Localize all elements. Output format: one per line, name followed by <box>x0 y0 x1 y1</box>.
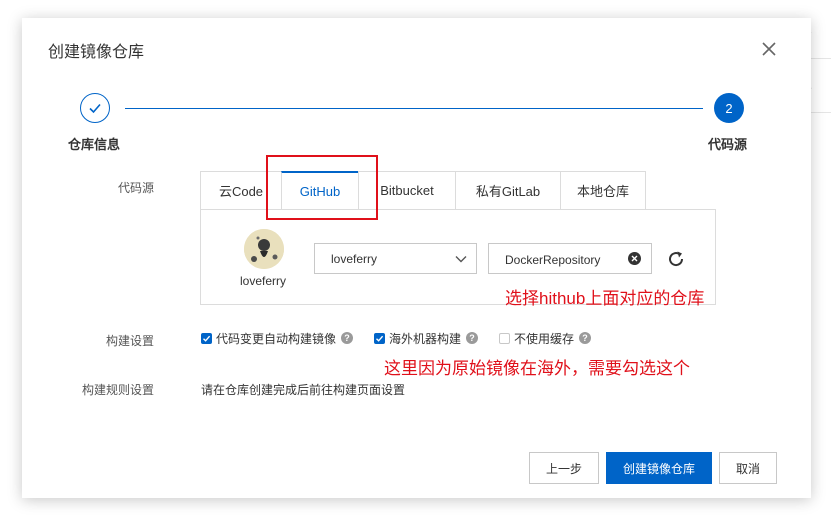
step-2-indicator: 2 <box>714 93 744 123</box>
step-2-label: 代码源 <box>708 137 748 152</box>
step-1-label: 仓库信息 <box>68 137 121 152</box>
background-divider <box>811 112 831 113</box>
annotation-highlight-box <box>266 155 378 220</box>
refresh-icon[interactable] <box>665 248 687 270</box>
code-source-label: 代码源 <box>117 181 154 195</box>
tab-local-repository[interactable]: 本地仓库 <box>560 171 646 209</box>
help-icon[interactable]: ? <box>466 332 479 344</box>
step-connector <box>125 108 703 109</box>
create-repository-button[interactable]: 创建镜像仓库 <box>606 452 712 484</box>
namespace-select[interactable]: loveferry <box>314 243 477 274</box>
background-page-edge <box>811 0 831 518</box>
account-name: loveferry <box>240 274 287 288</box>
checkbox[interactable] <box>201 332 212 344</box>
close-icon[interactable] <box>758 38 780 60</box>
help-icon[interactable]: ? <box>579 332 592 344</box>
repository-input-value: DockerRepository <box>505 253 601 267</box>
avatar <box>244 229 284 269</box>
previous-step-button[interactable]: 上一步 <box>529 452 599 484</box>
chevron-down-icon <box>454 252 468 269</box>
option-label: 代码变更自动构建镜像 <box>216 331 337 346</box>
cancel-button[interactable]: 取消 <box>719 452 777 484</box>
build-settings-label: 构建设置 <box>105 334 154 348</box>
option-auto-build[interactable]: 代码变更自动构建镜像 ? <box>201 331 354 346</box>
checkbox[interactable] <box>499 332 510 344</box>
annotation-select-repo: 选择hithub上面对应的仓库 <box>505 289 705 308</box>
clear-icon[interactable] <box>628 252 641 268</box>
help-icon[interactable]: ? <box>341 332 354 344</box>
dialog-title: 创建镜像仓库 <box>48 44 145 61</box>
check-icon <box>89 103 101 114</box>
option-label: 海外机器构建 <box>389 331 462 346</box>
build-rules-label: 构建规则设置 <box>81 383 154 397</box>
step-1-indicator <box>80 93 110 123</box>
tab-private-gitlab[interactable]: 私有GitLab <box>455 171 561 209</box>
repository-input[interactable]: DockerRepository <box>488 243 652 274</box>
annotation-overseas-note: 这里因为原始镜像在海外，需要勾选这个 <box>384 359 690 378</box>
option-no-cache[interactable]: 不使用缓存 ? <box>499 331 592 346</box>
namespace-select-value: loveferry <box>331 252 378 266</box>
background-divider <box>811 58 831 59</box>
option-label: 不使用缓存 <box>514 331 575 346</box>
create-repository-dialog: 创建镜像仓库 2 仓库信息 代码源 代码源 云Code GitHub Bitbu… <box>22 18 811 498</box>
option-overseas-build[interactable]: 海外机器构建 ? <box>374 331 479 346</box>
checkbox[interactable] <box>374 332 385 344</box>
build-rules-info: 请在仓库创建完成后前往构建页面设置 <box>201 383 406 397</box>
